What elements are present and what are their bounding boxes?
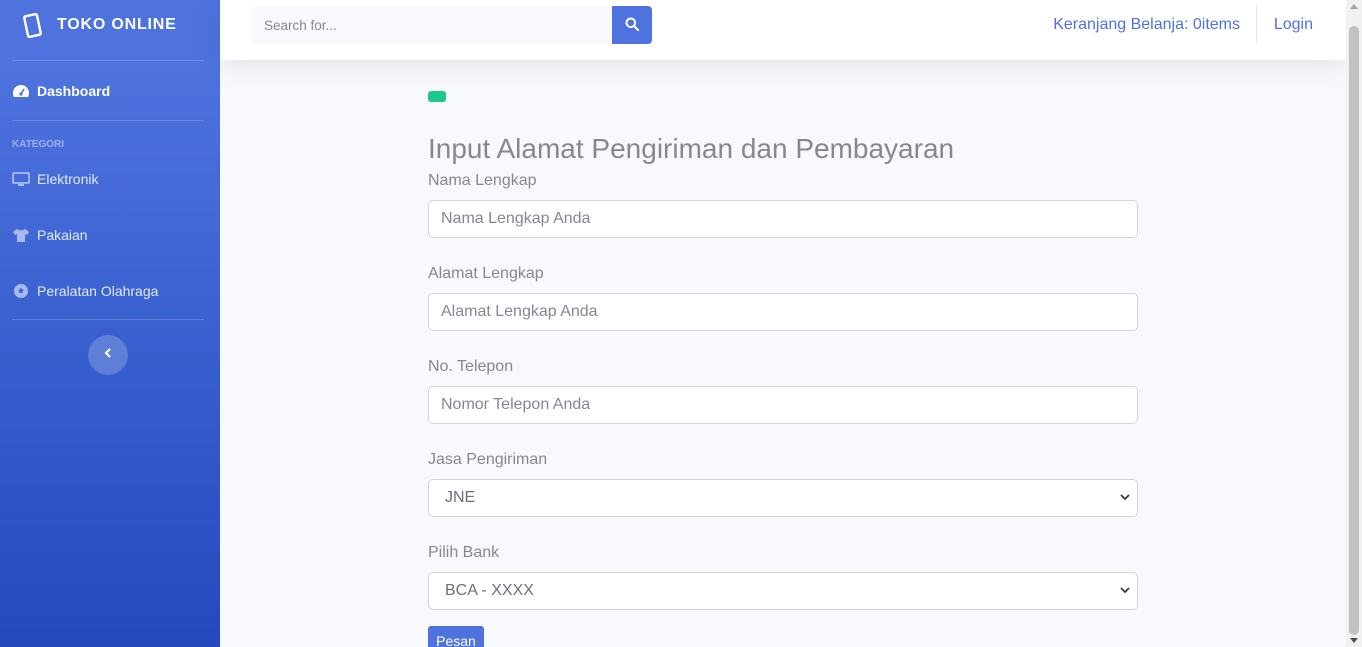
sidebar: TOKO ONLINE Dashboard KATEGORI Elektroni…	[0, 0, 220, 647]
chevron-down-icon	[1119, 582, 1131, 600]
cart-link[interactable]: Keranjang Belanja: 0items	[1053, 0, 1240, 60]
page-title: Input Alamat Pengiriman dan Pembayaran	[428, 133, 955, 164]
bank-selected-value: BCA - XXXX	[445, 582, 534, 599]
chevron-down-icon	[1119, 489, 1131, 507]
order-button[interactable]: Pesan	[428, 626, 484, 647]
tablet-icon	[22, 12, 42, 39]
sidebar-item-dashboard[interactable]: Dashboard	[0, 62, 220, 120]
phone-field[interactable]	[428, 386, 1138, 424]
football-icon	[12, 283, 30, 299]
search-input[interactable]	[252, 6, 612, 44]
sidebar-heading: KATEGORI	[12, 139, 65, 150]
shipping-label: Jasa Pengiriman	[428, 451, 548, 468]
address-label: Alamat Lengkap	[428, 265, 544, 282]
search-group	[252, 6, 652, 44]
sidebar-item-pakaian[interactable]: Pakaian	[0, 207, 220, 263]
sidebar-item-label: Dashboard	[37, 83, 111, 99]
address-field[interactable]	[428, 293, 1138, 331]
sidebar-item-label: Pakaian	[37, 227, 88, 243]
dashboard-gauge-icon	[12, 83, 30, 99]
brand-name: TOKO ONLINE	[57, 16, 177, 33]
brand-link[interactable]: TOKO ONLINE	[0, 0, 220, 50]
scrollbar-thumb[interactable]	[1349, 26, 1359, 635]
phone-label: No. Telepon	[428, 358, 514, 375]
page-scrollbar[interactable]	[1346, 0, 1362, 647]
login-link[interactable]: Login	[1274, 0, 1313, 60]
shipping-select[interactable]: JNE	[428, 479, 1138, 517]
full-name-label: Nama Lengkap	[428, 172, 537, 189]
main-content: Input Alamat Pengiriman dan Pembayaran N…	[428, 91, 1138, 647]
sidebar-divider	[12, 60, 204, 61]
sidebar-item-label: Peralatan Olahraga	[37, 283, 159, 299]
topbar: Keranjang Belanja: 0items Login	[220, 0, 1346, 60]
topbar-divider	[1256, 5, 1257, 43]
shipping-selected-value: JNE	[445, 489, 476, 506]
bank-select[interactable]: BCA - XXXX	[428, 572, 1138, 610]
sidebar-item-peralatan-olahraga[interactable]: Peralatan Olahraga	[0, 263, 220, 319]
sidebar-toggle-button[interactable]	[87, 335, 128, 375]
sidebar-item-label: Elektronik	[37, 171, 99, 187]
scroll-down-arrow-icon[interactable]	[1350, 638, 1358, 643]
scroll-up-arrow-icon[interactable]	[1350, 4, 1358, 9]
desktop-icon	[12, 171, 30, 187]
chevron-left-icon	[103, 346, 113, 364]
tshirt-icon	[12, 227, 30, 243]
search-button[interactable]	[612, 6, 652, 44]
full-name-field[interactable]	[428, 200, 1138, 238]
bank-label: Pilih Bank	[428, 544, 500, 561]
search-icon	[625, 17, 640, 34]
status-badge	[428, 91, 446, 102]
sidebar-item-elektronik[interactable]: Elektronik	[0, 151, 220, 207]
